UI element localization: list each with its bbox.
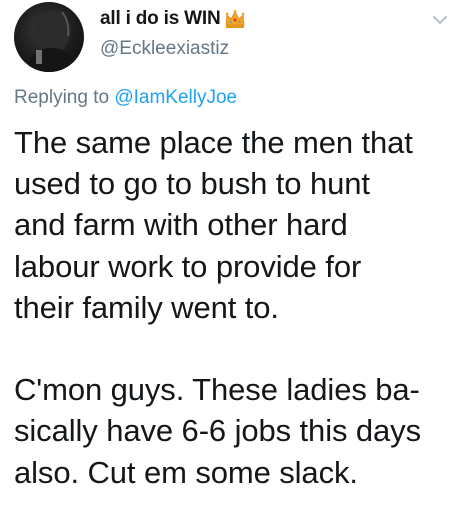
tweet-body-line: labour work to provide for [14, 248, 362, 284]
reply-context: Replying to @IamKellyJoe [14, 87, 237, 109]
avatar[interactable] [14, 2, 84, 72]
tweet-body-line: and farm with other hard [14, 207, 348, 243]
tweet-body-line: The same place the men that [14, 125, 413, 160]
display-name-row: all i do is WIN [100, 6, 246, 32]
crown-icon [224, 9, 246, 29]
tweet: all i do is WIN @Eckleexiastiz Replying … [0, 0, 462, 508]
tweet-body-line: sically have 6-6 jobs this days [14, 413, 421, 449]
tweet-body-line: C'mon guys. These ladies ba- [14, 372, 420, 408]
tweet-body-line: also. Cut em some slack. [14, 454, 358, 490]
user-handle[interactable]: @Eckleexiastiz [100, 38, 229, 60]
tweet-body-line: used to go to bush to hunt [14, 166, 370, 202]
tweet-body: The same place the men that used to go t… [14, 122, 454, 493]
display-name[interactable]: all i do is WIN [100, 8, 221, 30]
chevron-down-icon[interactable] [430, 10, 450, 30]
tweet-body-line: their family went to. [14, 289, 279, 325]
reply-prefix: Replying to [14, 87, 115, 108]
profile-photo [24, 10, 80, 72]
reply-mention-link[interactable]: @IamKellyJoe [114, 87, 237, 108]
paragraph-break [14, 328, 454, 369]
